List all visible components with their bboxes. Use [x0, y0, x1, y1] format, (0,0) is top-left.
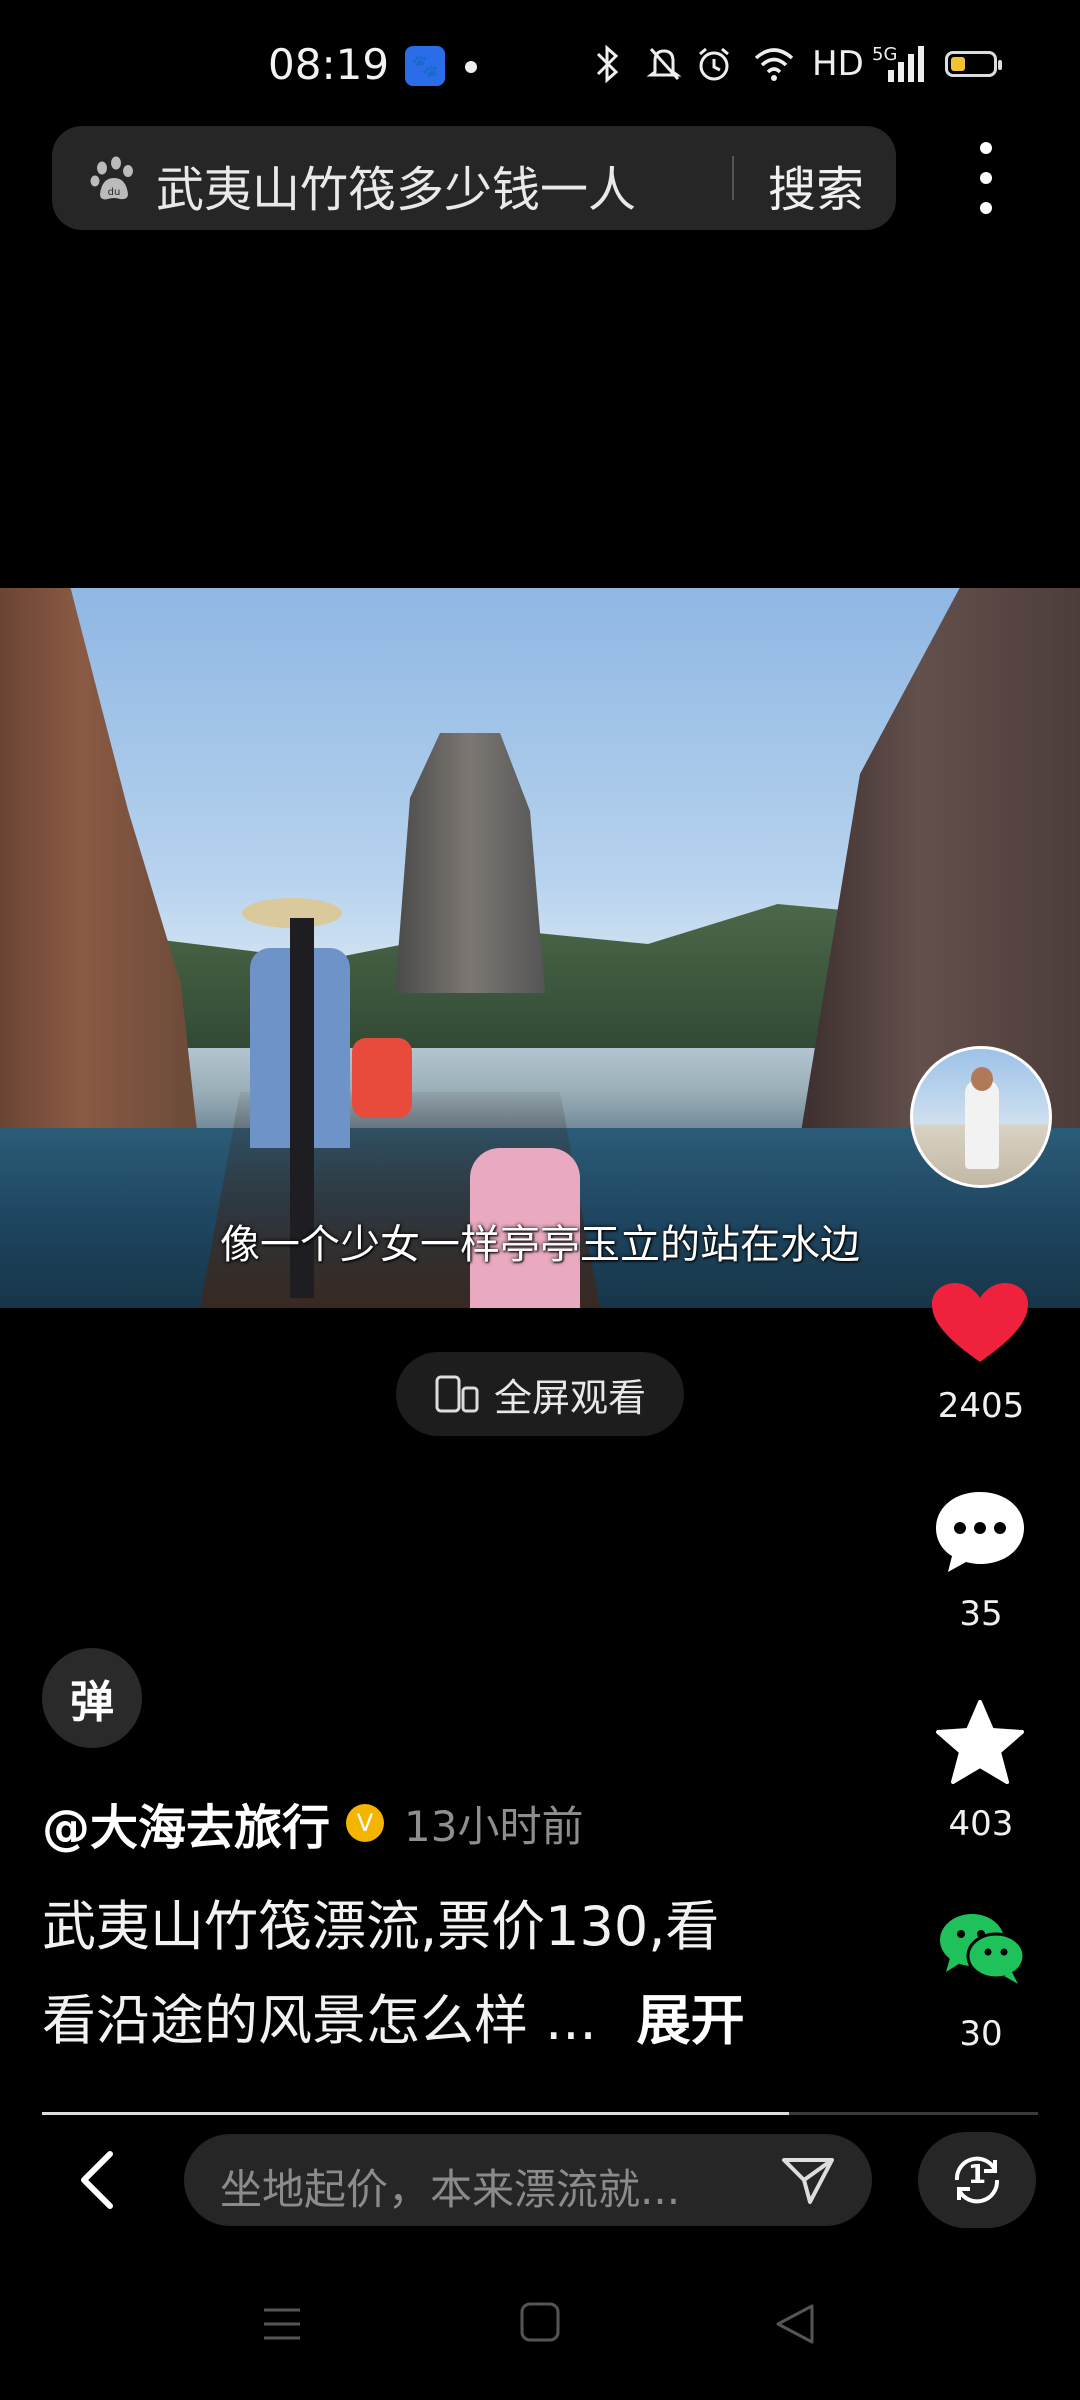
author-name[interactable]: @大海去旅行: [42, 1788, 330, 1858]
share-count: 30: [959, 2014, 1003, 2054]
notification-dot: [465, 61, 477, 73]
description-line-1: 武夷山竹筏漂流,票价130,看: [42, 1895, 720, 1958]
expand-button[interactable]: 展开: [637, 1989, 745, 2052]
like-count: 2405: [937, 1386, 1025, 1426]
home-square-icon[interactable]: [518, 2300, 562, 2344]
svg-text:du: du: [108, 187, 121, 198]
wifi-icon: [752, 44, 796, 84]
danmu-toggle[interactable]: 弹: [42, 1648, 142, 1748]
like-heart-icon[interactable]: [930, 1282, 1030, 1366]
favorite-count: 403: [948, 1804, 1014, 1844]
comment-count: 35: [959, 1594, 1003, 1634]
description-line-2: 看沿途的风景怎么样 ...: [42, 1989, 597, 2052]
video-player[interactable]: [0, 588, 1080, 1308]
search-query[interactable]: 武夷山竹筏多少钱一人: [156, 150, 636, 220]
search-divider: [732, 156, 734, 200]
bluetooth-icon: [590, 44, 624, 84]
recents-menu-icon[interactable]: [258, 2300, 306, 2348]
status-bar: 08:19 🐾 HD 5G: [0, 0, 1080, 130]
verified-badge-icon: V: [346, 1804, 385, 1842]
battery-icon: [945, 51, 1002, 77]
back-chevron-icon[interactable]: [70, 2150, 130, 2210]
hd-label: HD: [812, 44, 864, 84]
post-description: 武夷山竹筏漂流,票价130,看 看沿途的风景怎么样 ... 展开: [42, 1880, 862, 2068]
window-count: 1: [968, 2160, 987, 2190]
favorite-star-icon[interactable]: [934, 1698, 1026, 1788]
comment-input[interactable]: 坐地起价，本来漂流就...: [184, 2134, 872, 2226]
search-bar[interactable]: du 武夷山竹筏多少钱一人 搜索: [52, 126, 896, 230]
fullscreen-button[interactable]: 全屏观看: [396, 1352, 684, 1436]
status-time: 08:19: [268, 40, 390, 89]
search-button[interactable]: 搜索: [768, 150, 864, 220]
baidu-app-icon: 🐾: [405, 46, 445, 86]
video-subtitle: 像一个少女一样亭亭玉立的站在水边: [220, 1222, 860, 1268]
danmu-label: 弹: [70, 1677, 114, 1728]
wechat-share-icon[interactable]: [938, 1910, 1026, 1986]
back-triangle-icon[interactable]: [772, 2300, 818, 2348]
more-menu-icon[interactable]: [966, 142, 1006, 214]
fullscreen-label: 全屏观看: [493, 1375, 646, 1420]
multi-window-button[interactable]: 1: [918, 2132, 1036, 2228]
send-icon[interactable]: [780, 2154, 836, 2206]
author-line: @大海去旅行 V 13小时前: [42, 1788, 583, 1858]
author-avatar[interactable]: [910, 1046, 1052, 1188]
alarm-icon: [694, 44, 734, 84]
video-progress-fill: [42, 2112, 789, 2115]
comment-placeholder: 坐地起价，本来漂流就...: [220, 2165, 681, 2214]
rotate-screen-icon: [435, 1375, 479, 1413]
signal-icon: [880, 44, 926, 84]
comment-icon[interactable]: [932, 1488, 1028, 1576]
post-time: 13小时前: [404, 1801, 584, 1851]
mute-icon: [646, 44, 682, 84]
baidu-paw-icon: du: [90, 156, 133, 200]
video-progress-bar[interactable]: [42, 2112, 1038, 2115]
